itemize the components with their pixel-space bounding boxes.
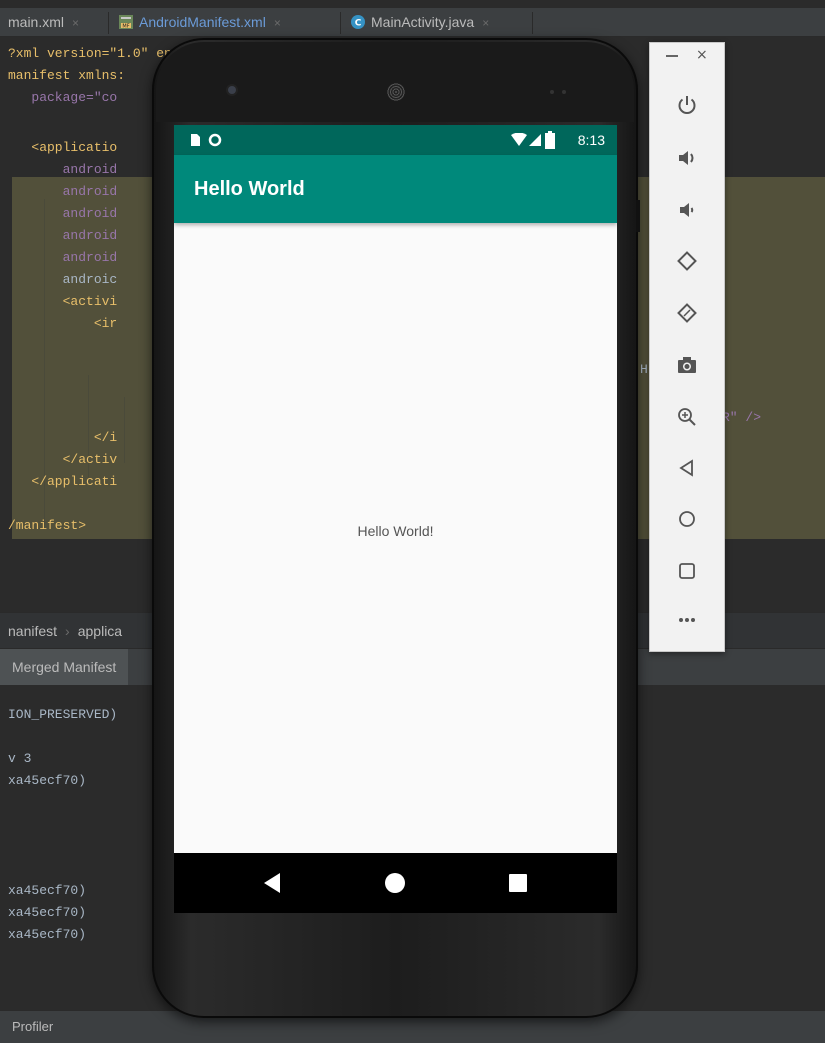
overview-button[interactable] [667, 551, 707, 591]
code-line: ?xml version="1.0" en [8, 46, 172, 61]
code-line: package="co [8, 90, 118, 105]
home-icon [679, 511, 695, 527]
rotate-right-button[interactable] [667, 293, 707, 333]
rotate-right-icon [677, 303, 697, 323]
tab-label: MainActivity.java [371, 14, 475, 30]
nav-home-button[interactable] [365, 853, 425, 913]
light-sensor [562, 90, 566, 94]
editor-tab-bar: main.xml × MF AndroidManifest.xml × C MainAc… [0, 8, 825, 37]
panel-line: xa45ecf70) [8, 927, 87, 942]
tab-close-icon[interactable]: × [72, 16, 79, 30]
back-triangle-icon [264, 873, 280, 893]
code-fragment: R" /> [722, 410, 762, 425]
tab-main-activity[interactable]: C MainActivity.java × [350, 8, 489, 36]
back-icon [679, 459, 693, 477]
panel-line: ION_PRESERVED) [8, 707, 118, 722]
tab-merged-manifest[interactable]: Merged Manifest [0, 649, 129, 685]
nav-overview-button[interactable] [488, 853, 548, 913]
app-title: Hello World [194, 178, 305, 200]
close-icon[interactable]: × [696, 47, 708, 63]
cellular-signal-icon [529, 134, 541, 146]
code-line: androic [8, 272, 118, 287]
home-circle-icon [385, 873, 405, 893]
emulator-toolbar: × [649, 42, 725, 652]
minimize-icon[interactable] [666, 55, 678, 57]
code-line: <ir [8, 316, 118, 331]
app-toolbar: Hello World [174, 155, 617, 223]
earpiece-speaker [387, 83, 405, 101]
code-line: <activi [8, 294, 118, 309]
android-nav-bar [174, 853, 617, 913]
breadcrumb-separator: › [65, 623, 70, 639]
breadcrumb-item[interactable]: nanifest [8, 623, 57, 639]
tab-main-xml[interactable]: main.xml × [8, 8, 79, 36]
power-icon [678, 96, 696, 114]
device-screen[interactable]: 8:13 Hello World Hello World! [174, 125, 617, 913]
code-line: </activ [8, 452, 118, 467]
panel-line: v 3 [8, 751, 32, 766]
code-line: </applicati [8, 474, 118, 489]
code-line: android [8, 228, 118, 243]
code-line: manifest xmlns: [8, 68, 126, 83]
more-dots-icon [679, 618, 695, 622]
volume-up-button[interactable] [667, 138, 707, 178]
back-button[interactable] [667, 448, 707, 488]
status-time: 8:13 [577, 132, 605, 148]
android-status-bar: 8:13 [174, 125, 617, 155]
svg-text:C: C [355, 19, 362, 29]
power-button[interactable] [667, 85, 707, 125]
overview-square-icon [509, 874, 527, 892]
rotate-left-icon [677, 251, 697, 271]
proximity-sensor [550, 90, 554, 94]
nav-back-button[interactable] [242, 853, 302, 913]
code-line: /manifest> [8, 518, 87, 533]
manifest-file-icon: MF [119, 15, 133, 30]
code-line: android [8, 250, 118, 265]
panel-line: xa45ecf70) [8, 883, 87, 898]
tab-close-icon[interactable]: × [274, 16, 281, 30]
sd-card-icon [191, 134, 200, 146]
volume-up-icon [679, 151, 694, 165]
tab-close-icon[interactable]: × [482, 16, 489, 30]
overview-icon [679, 563, 695, 579]
breadcrumb-item[interactable]: applica [78, 623, 122, 639]
volume-down-button[interactable] [667, 190, 707, 230]
tab-android-manifest[interactable]: MF AndroidManifest.xml × [118, 8, 281, 36]
battery-icon [545, 131, 555, 149]
zoom-button[interactable] [667, 397, 707, 437]
screenshot-button[interactable] [667, 345, 707, 385]
rotate-left-button[interactable] [667, 241, 707, 281]
power-side-button [636, 200, 640, 232]
wifi-icon [511, 133, 527, 146]
volume-down-icon [680, 203, 694, 217]
zoom-in-icon [678, 408, 696, 426]
java-class-icon: C [351, 15, 365, 29]
tab-label: main.xml [8, 14, 65, 30]
tab-label: AndroidManifest.xml [139, 14, 266, 30]
front-camera [228, 86, 236, 94]
code-fragment: H [640, 362, 648, 377]
svg-text:MF: MF [122, 24, 129, 30]
code-line: </i [8, 430, 118, 445]
profiler-tab[interactable]: Profiler [12, 1019, 53, 1034]
more-button[interactable] [667, 600, 707, 640]
camera-icon [678, 357, 696, 373]
code-line: <applicatio [8, 140, 118, 155]
sync-circle-icon [208, 133, 222, 147]
panel-line: xa45ecf70) [8, 905, 87, 920]
code-line: android [8, 162, 118, 177]
code-line: android [8, 184, 118, 199]
hello-world-text: Hello World! [357, 523, 434, 539]
code-line: android [8, 206, 118, 221]
home-button[interactable] [667, 499, 707, 539]
panel-line: xa45ecf70) [8, 773, 87, 788]
